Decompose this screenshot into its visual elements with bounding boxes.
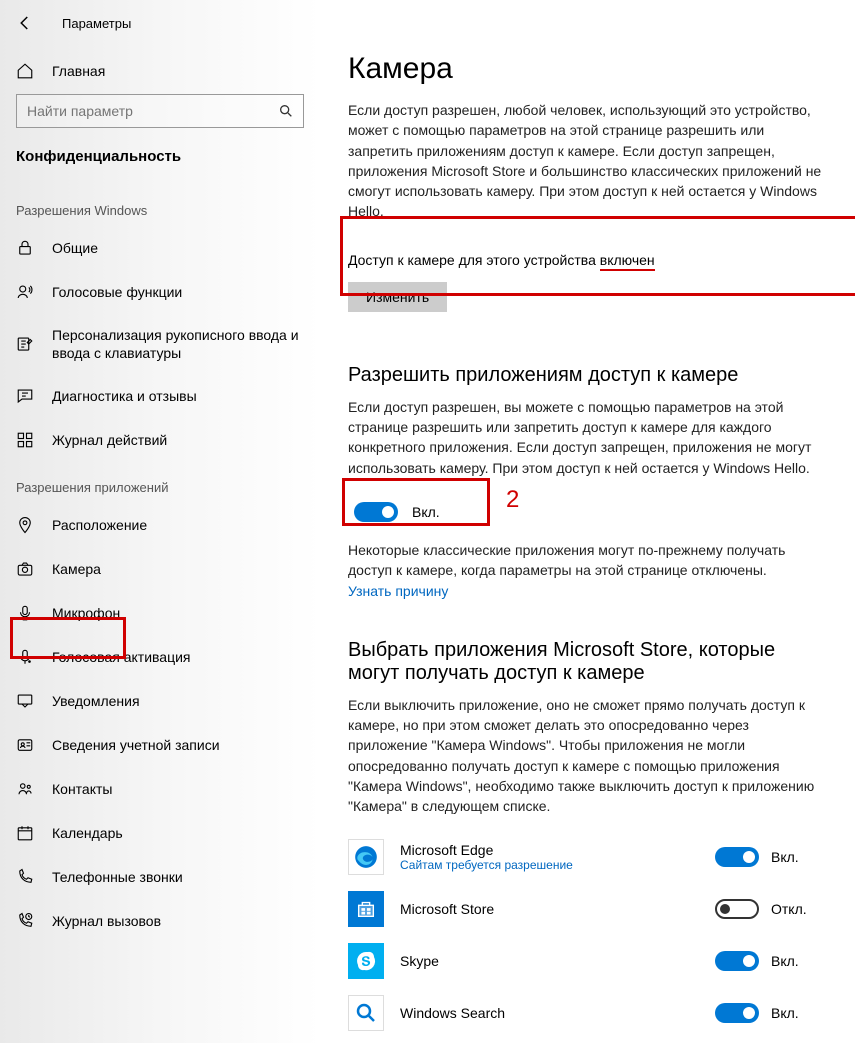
account-icon — [16, 736, 34, 754]
notifications-icon — [16, 692, 34, 710]
toggle-label: Вкл. — [771, 953, 799, 969]
app-toggle-store[interactable] — [715, 899, 759, 919]
app-row-store: Microsoft Store Откл. — [348, 883, 825, 935]
main-panel: Камера Если доступ разрешен, любой челов… — [320, 0, 855, 1043]
sidebar-item-location[interactable]: Расположение — [0, 503, 320, 547]
page-title: Камера — [348, 52, 825, 86]
window-title: Параметры — [62, 16, 131, 31]
home-label: Главная — [52, 63, 105, 79]
choose-apps-title: Выбрать приложения Microsoft Store, кото… — [348, 639, 825, 685]
sidebar-item-general[interactable]: Общие — [0, 226, 320, 270]
toggle-label: Вкл. — [771, 1005, 799, 1021]
group-windows-label: Разрешения Windows — [0, 185, 320, 226]
annotation-highlight-2 — [342, 478, 490, 526]
sidebar-item-inking[interactable]: Персонализация рукописного ввода и ввода… — [0, 314, 320, 374]
annotation-highlight-camera — [10, 617, 126, 659]
sidebar-item-feedback[interactable]: Диагностика и отзывы — [0, 374, 320, 418]
sidebar-item-label: Расположение — [52, 517, 147, 533]
search-icon — [278, 103, 294, 119]
phone-icon — [16, 868, 34, 886]
toggle-label: Откл. — [771, 901, 807, 917]
sidebar-item-account-info[interactable]: Сведения учетной записи — [0, 723, 320, 767]
app-toggle-skype[interactable] — [715, 951, 759, 971]
sidebar-item-label: Журнал вызовов — [52, 913, 161, 929]
app-toggle-edge[interactable] — [715, 847, 759, 867]
annotation-number-2: 2 — [506, 486, 519, 514]
camera-icon — [16, 560, 34, 578]
activity-icon — [16, 431, 34, 449]
app-row-search: Windows Search Вкл. — [348, 987, 825, 1039]
app-icon-edge — [348, 839, 384, 875]
sidebar-item-label: Журнал действий — [52, 432, 167, 448]
allow-apps-title: Разрешить приложениям доступ к камере — [348, 364, 825, 387]
sidebar-item-label: Камера — [52, 561, 101, 577]
sidebar-item-speech[interactable]: Голосовые функции — [0, 270, 320, 314]
sidebar-item-activity[interactable]: Журнал действий — [0, 418, 320, 462]
sidebar-item-call-history[interactable]: Журнал вызовов — [0, 899, 320, 943]
contacts-icon — [16, 780, 34, 798]
search-wrap — [16, 94, 304, 128]
search-input[interactable] — [16, 94, 304, 128]
choose-apps-body: Если выключить приложение, оно не сможет… — [348, 695, 825, 817]
app-name: Windows Search — [400, 1005, 699, 1021]
group-apps-label: Разрешения приложений — [0, 462, 320, 503]
app-subtext[interactable]: Сайтам требуется разрешение — [400, 858, 699, 872]
sidebar-item-label: Сведения учетной записи — [52, 737, 220, 753]
sidebar-item-contacts[interactable]: Контакты — [0, 767, 320, 811]
app-icon-search — [348, 995, 384, 1031]
app-row-skype: Skype Вкл. — [348, 935, 825, 987]
app-name: Microsoft Edge — [400, 842, 699, 858]
sidebar-item-phone-calls[interactable]: Телефонные звонки — [0, 855, 320, 899]
home-button[interactable]: Главная — [0, 52, 320, 90]
sidebar-item-label: Уведомления — [52, 693, 140, 709]
desktop-apps-note: Некоторые классические приложения могут … — [348, 540, 825, 601]
calendar-icon — [16, 824, 34, 842]
intro-text: Если доступ разрешен, любой человек, исп… — [348, 100, 825, 222]
sidebar-item-label: Голосовые функции — [52, 284, 182, 300]
call-history-icon — [16, 912, 34, 930]
feedback-icon — [16, 387, 34, 405]
sidebar-item-label: Общие — [52, 240, 98, 256]
allow-apps-body: Если доступ разрешен, вы можете с помощь… — [348, 397, 825, 478]
sidebar-item-notifications[interactable]: Уведомления — [0, 679, 320, 723]
sidebar-item-label: Персонализация рукописного ввода и ввода… — [52, 326, 304, 362]
sidebar-item-label: Календарь — [52, 825, 123, 841]
sidebar-item-camera[interactable]: Камера — [0, 547, 320, 591]
sidebar: Параметры Главная Конфиденциальность Раз… — [0, 0, 320, 1043]
app-toggle-search[interactable] — [715, 1003, 759, 1023]
sidebar-item-label: Контакты — [52, 781, 112, 797]
home-icon — [16, 62, 34, 80]
location-icon — [16, 516, 34, 534]
category-title: Конфиденциальность — [0, 138, 320, 185]
toggle-label: Вкл. — [771, 849, 799, 865]
sidebar-item-calendar[interactable]: Календарь — [0, 811, 320, 855]
sidebar-item-label: Телефонные звонки — [52, 869, 183, 885]
learn-why-link[interactable]: Узнать причину — [348, 583, 448, 599]
annotation-highlight-1 — [340, 216, 855, 296]
sidebar-item-label: Диагностика и отзывы — [52, 388, 197, 404]
app-row-edge: Microsoft Edge Сайтам требуется разрешен… — [348, 831, 825, 883]
app-icon-store — [348, 891, 384, 927]
app-name: Microsoft Store — [400, 901, 699, 917]
lock-icon — [16, 239, 34, 257]
inking-icon — [16, 335, 34, 353]
speech-icon — [16, 283, 34, 301]
app-icon-skype — [348, 943, 384, 979]
back-icon[interactable] — [16, 14, 34, 32]
app-name: Skype — [400, 953, 699, 969]
